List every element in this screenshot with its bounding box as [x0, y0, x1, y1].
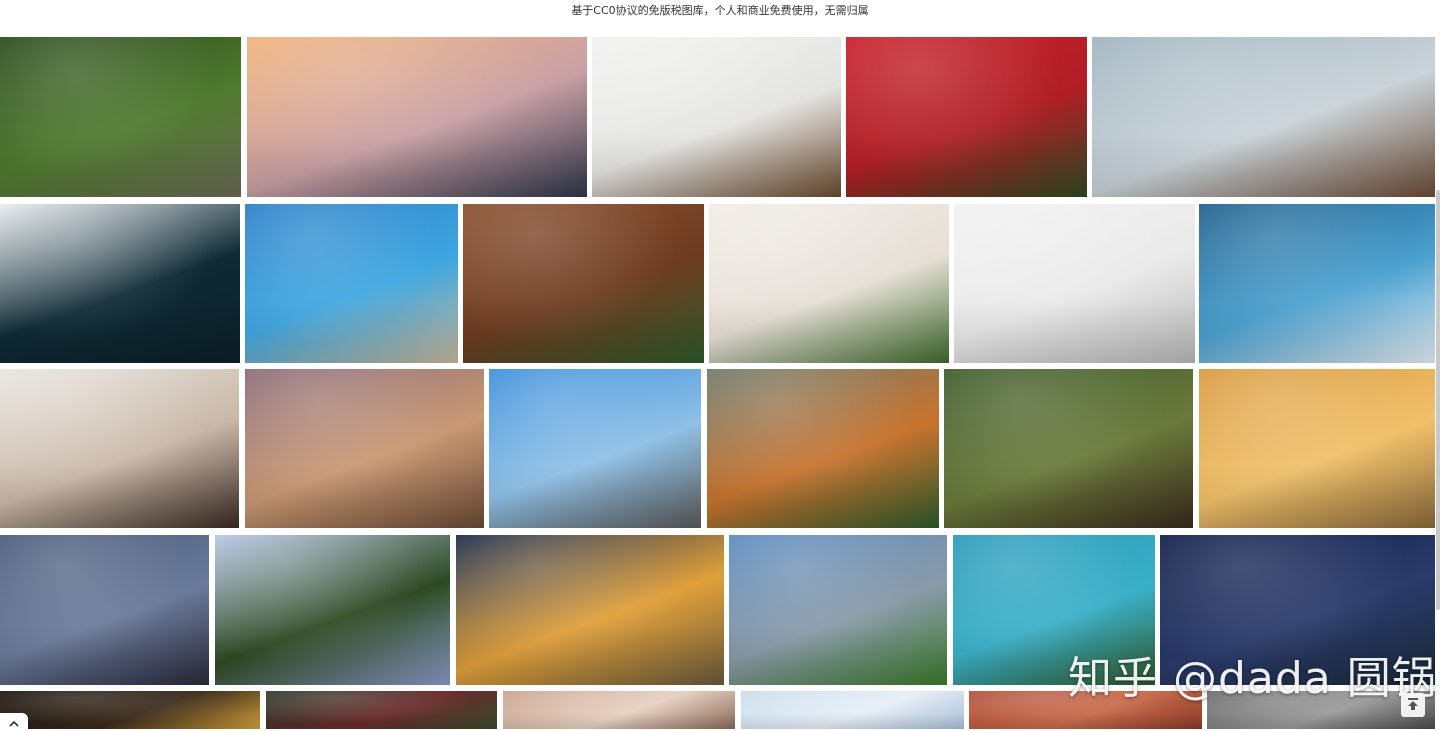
back-to-top-button[interactable]: [1401, 693, 1425, 717]
photo-overlay: [215, 535, 450, 685]
blue-sky-clouds-photo[interactable]: [1199, 204, 1435, 363]
alpine-valley-photo[interactable]: [729, 535, 947, 685]
city-skyline-dusk-photo[interactable]: [0, 535, 209, 685]
photo-overlay: [266, 691, 497, 729]
mountain-lake-sunrise-photo[interactable]: [247, 37, 587, 197]
desert-highway-photo[interactable]: [489, 369, 701, 528]
watermark-text: 知乎 @dada 圆锅: [1068, 653, 1437, 704]
photo-overlay: [954, 204, 1195, 363]
photo-overlay: [729, 535, 947, 685]
photo-overlay: [456, 535, 724, 685]
golden-gate-fog-photo[interactable]: [1092, 37, 1435, 197]
office-meeting-photo[interactable]: [0, 369, 239, 528]
christmas-white-wood-photo[interactable]: [592, 37, 841, 197]
railway-forest-photo[interactable]: [0, 37, 241, 197]
photo-overlay: [0, 691, 260, 729]
navagio-beach-photo[interactable]: [245, 204, 458, 363]
photo-overlay: [707, 369, 939, 528]
mountain-road-night-photo[interactable]: [0, 204, 240, 363]
photo-overlay: [463, 204, 704, 363]
wood-pine-cinnamon-photo[interactable]: [463, 204, 704, 363]
photo-overlay: [1092, 37, 1435, 197]
photo-overlay: [944, 369, 1193, 528]
sparkler-photo[interactable]: [0, 691, 260, 729]
scrollbar-thumb[interactable]: [1436, 190, 1440, 610]
photo-overlay: [0, 204, 240, 363]
photo-overlay: [709, 204, 949, 363]
arrow-up-to-line-icon: [1406, 696, 1420, 715]
light-sky-photo[interactable]: [741, 691, 964, 729]
tiger-water-photo[interactable]: [707, 369, 939, 528]
photo-overlay: [245, 204, 458, 363]
pine-forest-path-photo[interactable]: [944, 369, 1193, 528]
photo-overlay: [503, 691, 735, 729]
red-christmas-berries-photo[interactable]: [846, 37, 1087, 197]
photo-overlay: [0, 535, 209, 685]
photo-gallery: [0, 0, 1440, 729]
chevron-up-icon: [9, 712, 19, 731]
photo-overlay: [1199, 204, 1435, 363]
photo-overlay: [846, 37, 1087, 197]
photo-overlay: [741, 691, 964, 729]
photo-overlay: [0, 37, 241, 197]
beach-rocks-sunset-photo[interactable]: [245, 369, 484, 528]
christmas-lights-photo[interactable]: [266, 691, 497, 729]
photo-overlay: [1199, 369, 1435, 528]
desk-keyboard-phone-photo[interactable]: [954, 204, 1195, 363]
sailing-ship-sunset-photo[interactable]: [1199, 369, 1435, 528]
photo-overlay: [247, 37, 587, 197]
christmas-fir-white-photo[interactable]: [709, 204, 949, 363]
bokeh-lights-photo[interactable]: [503, 691, 735, 729]
photo-overlay: [489, 369, 701, 528]
photo-overlay: [245, 369, 484, 528]
ocean-sunset-clouds-photo[interactable]: [456, 535, 724, 685]
photo-overlay: [592, 37, 841, 197]
scroll-up-button[interactable]: [0, 713, 28, 729]
lake-reflection-trees-photo[interactable]: [215, 535, 450, 685]
photo-overlay: [0, 369, 239, 528]
